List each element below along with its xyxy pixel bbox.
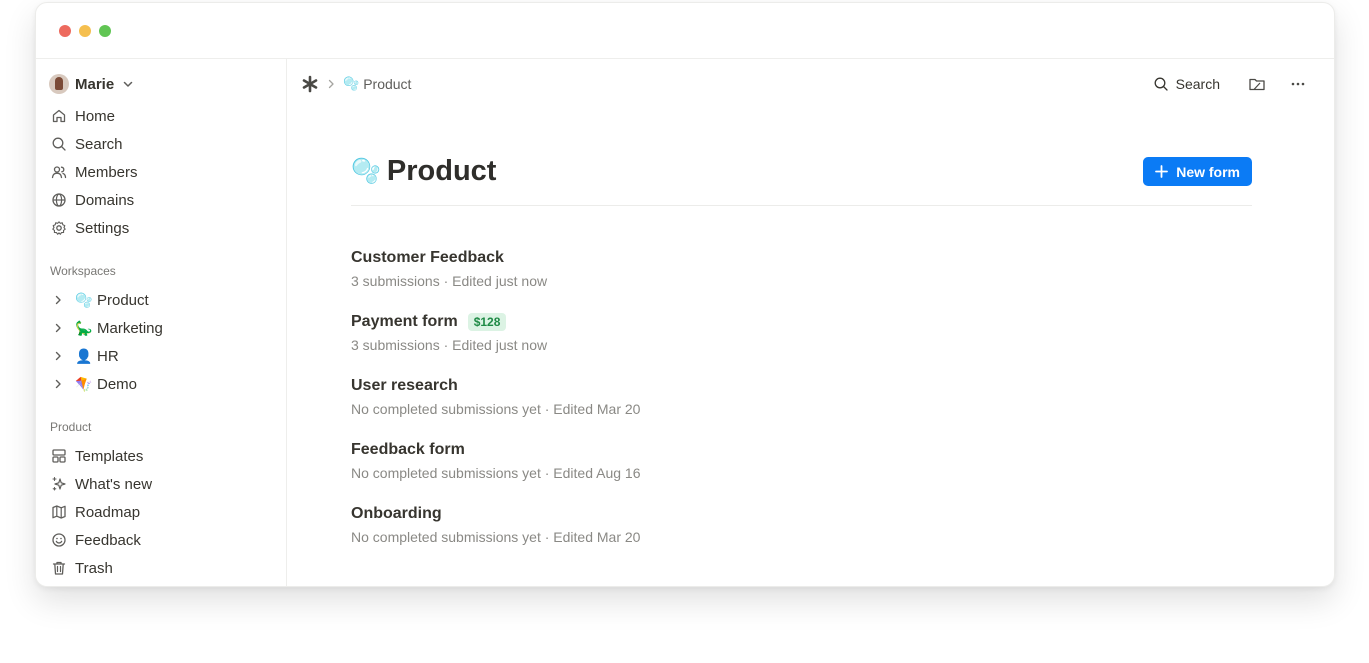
chevron-right-icon bbox=[328, 79, 334, 89]
chevron-right-icon[interactable] bbox=[52, 292, 68, 308]
app-logo-icon[interactable] bbox=[301, 75, 319, 93]
sidebar-item-settings[interactable]: Settings bbox=[50, 214, 274, 242]
form-title[interactable]: Feedback form bbox=[351, 441, 465, 459]
sidebar-item-trash[interactable]: Trash bbox=[50, 554, 274, 582]
workspace-item-marketing[interactable]: 🦕 Marketing bbox=[50, 314, 274, 342]
sidebar-item-domains[interactable]: Domains bbox=[50, 186, 274, 214]
page-header: 🫧 Product New form bbox=[351, 155, 1252, 206]
home-icon bbox=[50, 107, 68, 125]
templates-icon bbox=[50, 447, 68, 465]
sidebar-item-whats-new[interactable]: What's new bbox=[50, 470, 274, 498]
sidebar-item-label: Home bbox=[75, 107, 116, 125]
page-title: 🫧 Product bbox=[351, 155, 496, 188]
sparkles-icon bbox=[50, 475, 68, 493]
topbar-actions: Search bbox=[1153, 73, 1306, 95]
gear-icon bbox=[50, 219, 68, 237]
workspaces-list: 🫧 Product 🦕 Marketing 👤 HR 🪁 Demo bbox=[50, 286, 274, 398]
map-icon bbox=[50, 503, 68, 521]
avatar bbox=[49, 74, 69, 94]
product-section-heading: Product bbox=[50, 420, 92, 434]
sidebar-item-label: Roadmap bbox=[75, 503, 141, 521]
plus-icon bbox=[1155, 165, 1169, 178]
chevron-down-icon bbox=[123, 81, 133, 87]
sidebar-item-members[interactable]: Members bbox=[50, 158, 274, 186]
sidebar: Marie Home Search Members Domains Settin… bbox=[36, 59, 287, 586]
new-form-button[interactable]: New form bbox=[1143, 157, 1252, 186]
workspace-item-demo[interactable]: 🪁 Demo bbox=[50, 370, 274, 398]
smiley-icon bbox=[50, 531, 68, 549]
workspace-label: Product bbox=[97, 291, 149, 309]
sidebar-item-feedback[interactable]: Feedback bbox=[50, 526, 274, 554]
form-meta: No completed submissions yet · Edited Ma… bbox=[351, 401, 641, 417]
breadcrumb-workspace[interactable]: Product bbox=[363, 76, 411, 92]
form-title[interactable]: Onboarding bbox=[351, 505, 442, 523]
user-menu[interactable]: Marie bbox=[49, 73, 134, 95]
title-bar bbox=[36, 3, 1334, 59]
sidebar-item-label: Feedback bbox=[75, 531, 141, 549]
person-icon: 👤 bbox=[75, 347, 93, 364]
sidebar-item-label: Members bbox=[75, 163, 138, 181]
chevron-right-icon[interactable] bbox=[52, 376, 68, 392]
breadcrumb: 🫧 Product bbox=[301, 73, 411, 95]
more-icon[interactable] bbox=[1290, 76, 1306, 92]
workspace-label: Marketing bbox=[97, 319, 163, 337]
bubbles-icon: 🫧 bbox=[351, 158, 381, 185]
form-meta: No completed submissions yet · Edited Au… bbox=[351, 465, 641, 481]
sidebar-item-roadmap[interactable]: Roadmap bbox=[50, 498, 274, 526]
app-window: Marie Home Search Members Domains Settin… bbox=[35, 2, 1335, 587]
form-meta: No completed submissions yet · Edited Ma… bbox=[351, 529, 641, 545]
list-item[interactable]: User research No completed submissions y… bbox=[351, 375, 1051, 439]
workspace-item-hr[interactable]: 👤 HR bbox=[50, 342, 274, 370]
revenue-badge: $128 bbox=[467, 313, 507, 331]
close-window-button[interactable] bbox=[59, 25, 71, 37]
chevron-right-icon[interactable] bbox=[52, 320, 68, 336]
search-icon bbox=[50, 135, 68, 153]
workspace-label: HR bbox=[97, 347, 119, 365]
sidebar-item-label: Settings bbox=[75, 219, 130, 237]
maximize-window-button[interactable] bbox=[99, 25, 111, 37]
sidebar-item-label: What's new bbox=[75, 475, 153, 493]
workspace-label: Demo bbox=[97, 375, 138, 393]
page-title-text: Product bbox=[386, 155, 497, 187]
list-item[interactable]: Payment form $128 3 submissions · Edited… bbox=[351, 311, 1051, 375]
members-icon bbox=[50, 163, 68, 181]
form-meta: 3 submissions · Edited just now bbox=[351, 337, 548, 353]
bubbles-icon: 🫧 bbox=[343, 76, 360, 91]
search-icon bbox=[1154, 77, 1168, 91]
form-title[interactable]: Payment form bbox=[351, 313, 458, 331]
sidebar-item-label: Domains bbox=[75, 191, 135, 209]
sidebar-item-templates[interactable]: Templates bbox=[50, 442, 274, 470]
main-nav: Home Search Members Domains Settings bbox=[50, 102, 274, 242]
form-list: Customer Feedback 3 submissions · Edited… bbox=[351, 247, 1051, 567]
main-content: 🫧 Product Search 🫧 Product New form Cust… bbox=[287, 59, 1334, 586]
workspace-item-product[interactable]: 🫧 Product bbox=[50, 286, 274, 314]
trash-icon bbox=[50, 559, 68, 577]
dinosaur-icon: 🦕 bbox=[75, 319, 93, 336]
globe-icon bbox=[50, 191, 68, 209]
user-name: Marie bbox=[75, 75, 115, 93]
search-button[interactable]: Search bbox=[1153, 76, 1220, 92]
list-item[interactable]: Customer Feedback 3 submissions · Edited… bbox=[351, 247, 1051, 311]
search-label: Search bbox=[1175, 76, 1220, 92]
list-item[interactable]: Feedback form No completed submissions y… bbox=[351, 439, 1051, 503]
sidebar-item-home[interactable]: Home bbox=[50, 102, 274, 130]
bubbles-icon: 🫧 bbox=[75, 291, 93, 308]
folder-icon[interactable] bbox=[1248, 75, 1266, 93]
list-item[interactable]: Onboarding No completed submissions yet … bbox=[351, 503, 1051, 567]
form-title[interactable]: Customer Feedback bbox=[351, 249, 504, 267]
sidebar-item-label: Templates bbox=[75, 447, 144, 465]
workspaces-heading: Workspaces bbox=[50, 264, 116, 278]
minimize-window-button[interactable] bbox=[79, 25, 91, 37]
chevron-right-icon[interactable] bbox=[52, 348, 68, 364]
sidebar-item-label: Trash bbox=[75, 559, 113, 577]
new-form-label: New form bbox=[1176, 163, 1240, 180]
form-title[interactable]: User research bbox=[351, 377, 458, 395]
sidebar-item-search[interactable]: Search bbox=[50, 130, 274, 158]
product-nav: Templates What's new Roadmap Feedback Tr… bbox=[50, 442, 274, 582]
form-meta: 3 submissions · Edited just now bbox=[351, 273, 548, 289]
kite-icon: 🪁 bbox=[75, 375, 93, 392]
sidebar-item-label: Search bbox=[75, 135, 123, 153]
